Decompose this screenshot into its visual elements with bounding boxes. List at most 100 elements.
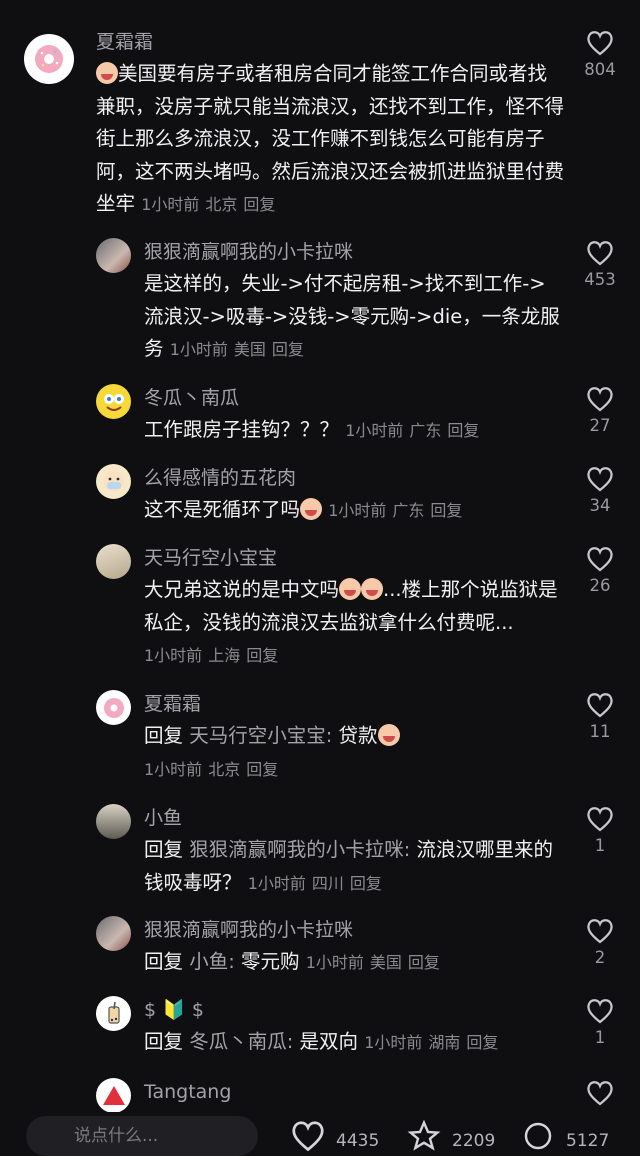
sponge-face-icon [103,393,124,411]
reply-target[interactable]: 狠狠滴赢啊我的小卡拉咪: [189,838,410,861]
crying-emoji-icon [377,724,400,746]
comment-total[interactable]: 5127 [520,1120,609,1152]
reply-button[interactable]: 回复 [272,340,304,359]
comment-time: 1小时前 [144,646,203,665]
comment-author[interactable]: 冬瓜丶南瓜 [144,386,239,410]
comment-time: 1小时前 [345,421,404,440]
sobbing-emoji-icon [300,498,323,520]
like-button[interactable]: 27 [574,386,626,435]
masked-face-icon [103,470,124,491]
comment-text: 大兄弟这说的是中文吗 ...楼上那个说监狱是私企，没钱的流浪汉去监狱拿什么付费呢.… [144,578,558,665]
comment-text: 回复 天马行空小宝宝: 贷款 1小时前 北京 回复 [144,720,564,786]
avatar[interactable] [24,34,74,84]
reply-button[interactable]: 回复 [246,646,278,665]
like-button[interactable]: 453 [574,240,626,289]
comment-location: 北京 [205,195,238,214]
heart-icon [587,31,613,56]
avatar[interactable] [96,384,131,419]
heart-icon [587,693,613,718]
comment-location: 北京 [208,759,241,779]
reply-button[interactable]: 回复 [447,421,479,440]
heart-icon [587,241,613,266]
like-count: 453 [584,270,616,289]
avatar[interactable] [96,238,131,273]
avatar[interactable] [96,464,131,499]
comment-author[interactable]: 狠狠滴赢啊我的小卡拉咪 [144,240,353,264]
comment-author[interactable]: 夏霜霜 [144,692,201,716]
star-icon [407,1119,441,1151]
like-count: 804 [584,60,616,79]
comment-author[interactable]: 天马行空小宝宝 [144,546,277,570]
reply-target[interactable]: 天马行空小宝宝: [189,724,332,747]
like-total[interactable]: 4435 [290,1120,379,1152]
crying-emoji-icon [339,578,362,600]
like-button[interactable]: 34 [574,466,626,515]
comment-text: 是这样的，失业->付不起房租->找不到工作->流浪汉->吸毒->没钱->零元购-… [144,272,560,360]
comment-text: 美国要有房子或者租房合同才能签工作合同或者找兼职，没房子就只能当流浪汉，还找不到… [96,62,565,215]
comment-author[interactable]: 小鱼 [144,806,182,830]
comment-location: 美国 [233,340,266,359]
donut-icon [35,45,63,73]
comment-location: 湖南 [428,1033,461,1052]
reply-button[interactable]: 回复 [408,953,440,972]
comment-author[interactable]: $ 🔰 $ [144,998,204,1022]
reply-button[interactable]: 回复 [430,501,462,520]
like-button[interactable] [574,1080,626,1106]
like-button[interactable]: 2 [574,918,626,967]
triangle-icon [102,1085,125,1105]
comment-author[interactable]: Tangtang [144,1080,231,1104]
reply-button[interactable]: 回复 [350,874,382,893]
bottom-action-bar: 说点什么... 4435 2209 5127 [0,1112,640,1156]
comment-location: 美国 [369,953,402,972]
reply-button[interactable]: 回复 [243,195,275,214]
comment-location: 广东 [409,421,442,440]
avatar[interactable] [96,690,131,725]
heart-icon [587,919,613,944]
comment-time: 1小时前 [305,953,364,972]
comment-time: 1小时前 [247,873,306,893]
comment-location: 上海 [208,646,241,665]
heart-icon [587,387,613,412]
heart-icon [587,1081,613,1106]
like-count: 1 [594,836,606,855]
avatar[interactable] [96,1078,131,1113]
comment-input[interactable]: 说点什么... [26,1116,258,1156]
crying-emoji-icon [361,578,384,600]
bubble-tea-icon [107,1001,120,1024]
reply-target[interactable]: 冬瓜丶南瓜: [189,1030,293,1053]
crying-emoji-icon [96,62,118,84]
heart-icon [587,547,613,572]
comment-text: 回复 冬瓜丶南瓜: 是双向 1小时前 湖南 回复 [144,1030,499,1053]
star-total[interactable]: 2209 [406,1119,495,1152]
comment-time: 1小时前 [141,195,200,214]
like-count: 27 [589,416,611,435]
like-count: 26 [589,576,611,595]
comment-author[interactable]: 么得感情的五花肉 [144,466,296,490]
like-button[interactable]: 1 [574,998,626,1047]
reply-button[interactable]: 回复 [466,1033,498,1052]
avatar[interactable] [96,804,131,839]
comment-time: 1小时前 [364,1033,423,1052]
like-button[interactable]: 1 [574,806,626,855]
like-button[interactable]: 804 [574,30,626,79]
comment-author[interactable]: 夏霜霜 [96,30,153,54]
comment-author[interactable]: 狠狠滴赢啊我的小卡拉咪 [144,918,353,942]
avatar[interactable] [96,996,131,1031]
avatar[interactable] [96,544,131,579]
reply-target[interactable]: 小鱼: [189,950,235,973]
comment-text: 回复 小鱼: 零元购 1小时前 美国 回复 [144,950,440,973]
comment-location: 广东 [392,501,425,520]
donut-icon [103,697,124,718]
like-button[interactable]: 26 [574,546,626,595]
comment-bubble-icon [524,1122,552,1150]
reply-button[interactable]: 回复 [246,760,278,779]
comment-time: 1小时前 [328,501,387,520]
like-count: 34 [589,496,611,515]
like-count: 11 [589,722,611,741]
heart-icon [587,467,613,492]
heart-icon [587,999,613,1024]
comment-location: 四川 [311,873,344,893]
comment-text: 工作跟房子挂钩？？？ 1小时前 广东 回复 [144,418,480,441]
like-button[interactable]: 11 [574,692,626,741]
avatar[interactable] [96,916,131,951]
